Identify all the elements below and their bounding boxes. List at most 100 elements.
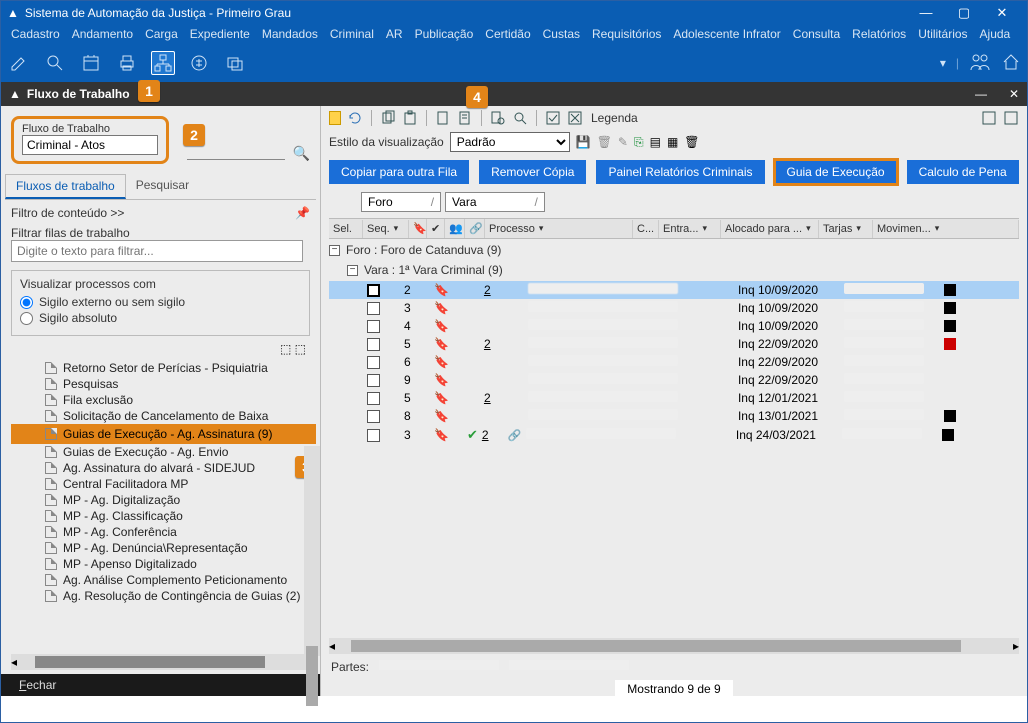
row-checkbox[interactable] (367, 284, 380, 297)
panel-close[interactable]: ✕ (1009, 87, 1019, 101)
table-row[interactable]: 6🔖Inq 22/09/2020 (329, 353, 1019, 371)
tree-collapse-icon[interactable]: ⬚ (295, 342, 306, 356)
tree-item[interactable]: MP - Ag. Conferência (11, 524, 316, 540)
calendar-icon[interactable] (79, 51, 103, 75)
tree-item[interactable]: Central Facilitadora MP (11, 476, 316, 492)
col-entra[interactable]: Entra... (659, 220, 721, 238)
uncheck-icon[interactable] (567, 110, 583, 126)
collapse-foro[interactable]: − (329, 245, 340, 256)
guia-execucao-button[interactable]: Guia de Execução (775, 160, 897, 184)
menu-carga[interactable]: Carga (141, 27, 182, 41)
print-icon[interactable] (115, 51, 139, 75)
vara-input[interactable]: Vara/ (445, 192, 545, 212)
radio-sigilo-externo[interactable]: Sigilo externo ou sem sigilo (20, 295, 301, 309)
menu-ar[interactable]: AR (382, 27, 407, 41)
tree-scrollbar[interactable] (304, 446, 320, 656)
tree-item[interactable]: Ag. Resolução de Contingência de Guias (… (11, 588, 316, 604)
users-icon[interactable] (969, 52, 991, 75)
trash2-icon[interactable]: 🗑 (684, 135, 699, 149)
col-u[interactable]: 👥 (445, 219, 465, 238)
col-lnk[interactable]: 🔗 (465, 219, 485, 238)
search-tool-icon[interactable] (43, 51, 67, 75)
tree-item[interactable]: MP - Ag. Digitalização (11, 492, 316, 508)
menu-requisitorios[interactable]: Requisitórios (588, 27, 665, 41)
tree-item[interactable]: Fila exclusão (11, 392, 316, 408)
tree-item[interactable]: Ag. Assinatura do alvará - SIDEJUD (11, 460, 316, 476)
fechar-button[interactable]: FFecharechar (1, 674, 320, 696)
row-checkbox[interactable] (367, 374, 380, 387)
collapse-icon[interactable] (981, 110, 997, 126)
table-row[interactable]: 3🔖Inq 10/09/2020 (329, 299, 1019, 317)
filter-content-label[interactable]: Filtro de conteúdo >> (11, 206, 124, 220)
copy-fila-button[interactable]: Copiar para outra Fila (329, 160, 469, 184)
tree-item[interactable]: Solicitação de Cancelamento de Baixa (11, 408, 316, 424)
money-icon[interactable] (187, 51, 211, 75)
menu-custas[interactable]: Custas (539, 27, 584, 41)
doc1-icon[interactable] (435, 110, 451, 126)
sidebar-hscroll[interactable]: ◂ (11, 654, 316, 670)
row-checkbox[interactable] (367, 356, 380, 369)
menu-cadastro[interactable]: Cadastro (7, 27, 64, 41)
table-row[interactable]: 8🔖Inq 13/01/2021 (329, 407, 1019, 425)
copy-icon[interactable] (380, 110, 396, 126)
col-sel[interactable]: Sel. (329, 220, 363, 238)
tab-fluxos[interactable]: Fluxos de trabalho (5, 174, 126, 199)
excel-icon[interactable]: ⎘ (634, 135, 644, 150)
col-c[interactable]: C... (633, 220, 659, 238)
save-icon[interactable]: 💾 (576, 135, 591, 149)
home-icon[interactable] (1001, 52, 1021, 75)
menu-consulta[interactable]: Consulta (789, 27, 844, 41)
visstyle-select[interactable]: Padrão (450, 132, 570, 152)
row-checkbox[interactable] (367, 320, 380, 333)
radio-sigilo-absoluto[interactable]: Sigilo absoluto (20, 311, 301, 325)
menu-utilitarios[interactable]: Utilitários (914, 27, 971, 41)
tree-item[interactable]: Pesquisas (11, 376, 316, 392)
grid-hscroll[interactable]: ◂▸ (329, 638, 1019, 654)
search-icon[interactable]: 🔍 (293, 145, 310, 162)
row-checkbox[interactable] (367, 338, 380, 351)
menu-mandados[interactable]: Mandados (258, 27, 322, 41)
col-bm[interactable]: 🔖 (409, 219, 427, 238)
table-row[interactable]: 5🔖2Inq 12/01/2021 (329, 389, 1019, 407)
remove-copy-button[interactable]: Remover Cópia (479, 160, 586, 184)
legend-label[interactable]: Legenda (591, 111, 638, 125)
tree-item[interactable]: MP - Apenso Digitalizado (11, 556, 316, 572)
calculo-pena-button[interactable]: Calculo de Pena (907, 160, 1019, 184)
menu-andamento[interactable]: Andamento (68, 27, 137, 41)
menu-criminal[interactable]: Criminal (326, 27, 378, 41)
table-row[interactable]: 5🔖2Inq 22/09/2020 (329, 335, 1019, 353)
paste-icon[interactable] (402, 110, 418, 126)
list2-icon[interactable]: ▦ (667, 135, 678, 149)
dropdown-icon[interactable]: ▾ (940, 56, 946, 70)
table-row[interactable]: 9🔖Inq 22/09/2020 (329, 371, 1019, 389)
tab-pesquisar[interactable]: Pesquisar (126, 174, 199, 199)
edit-icon[interactable] (7, 51, 31, 75)
tree-expand-icon[interactable]: ⬚ (280, 342, 291, 356)
workflow-icon[interactable] (151, 51, 175, 75)
fluxo-input[interactable] (22, 135, 158, 155)
table-row[interactable]: 2🔖2Inq 10/09/2020 (329, 281, 1019, 299)
close-button[interactable]: ✕ (983, 3, 1021, 23)
col-alocado[interactable]: Alocado para ... (721, 220, 819, 238)
pin-icon[interactable]: 📌 (295, 206, 310, 220)
searchdoc-icon[interactable] (490, 110, 506, 126)
filter-input[interactable] (11, 240, 303, 262)
refresh-icon[interactable] (347, 110, 363, 126)
row-checkbox[interactable] (367, 410, 380, 423)
row-checkbox[interactable] (367, 429, 380, 442)
tree-item[interactable]: MP - Ag. Denúncia\Representação (11, 540, 316, 556)
edit2-icon[interactable]: ✎ (618, 135, 628, 149)
foro-input[interactable]: Foro/ (361, 192, 441, 212)
tree-item[interactable]: Ag. Análise Complemento Peticionamento (11, 572, 316, 588)
col-seq[interactable]: Seq. (363, 220, 409, 238)
table-row[interactable]: 3🔖✔2🔗Inq 24/03/2021 (329, 425, 1019, 445)
table-row[interactable]: 4🔖Inq 10/09/2020 (329, 317, 1019, 335)
col-tarjas[interactable]: Tarjas (819, 220, 873, 238)
highlight-icon[interactable] (329, 111, 341, 125)
trash1-icon[interactable]: 🗑 (597, 135, 612, 149)
col-processo[interactable]: Processo (485, 220, 633, 238)
painel-button[interactable]: Painel Relatórios Criminais (596, 160, 764, 184)
maximize-button[interactable]: ▢ (945, 3, 983, 23)
row-checkbox[interactable] (367, 302, 380, 315)
expand-icon[interactable] (1003, 110, 1019, 126)
